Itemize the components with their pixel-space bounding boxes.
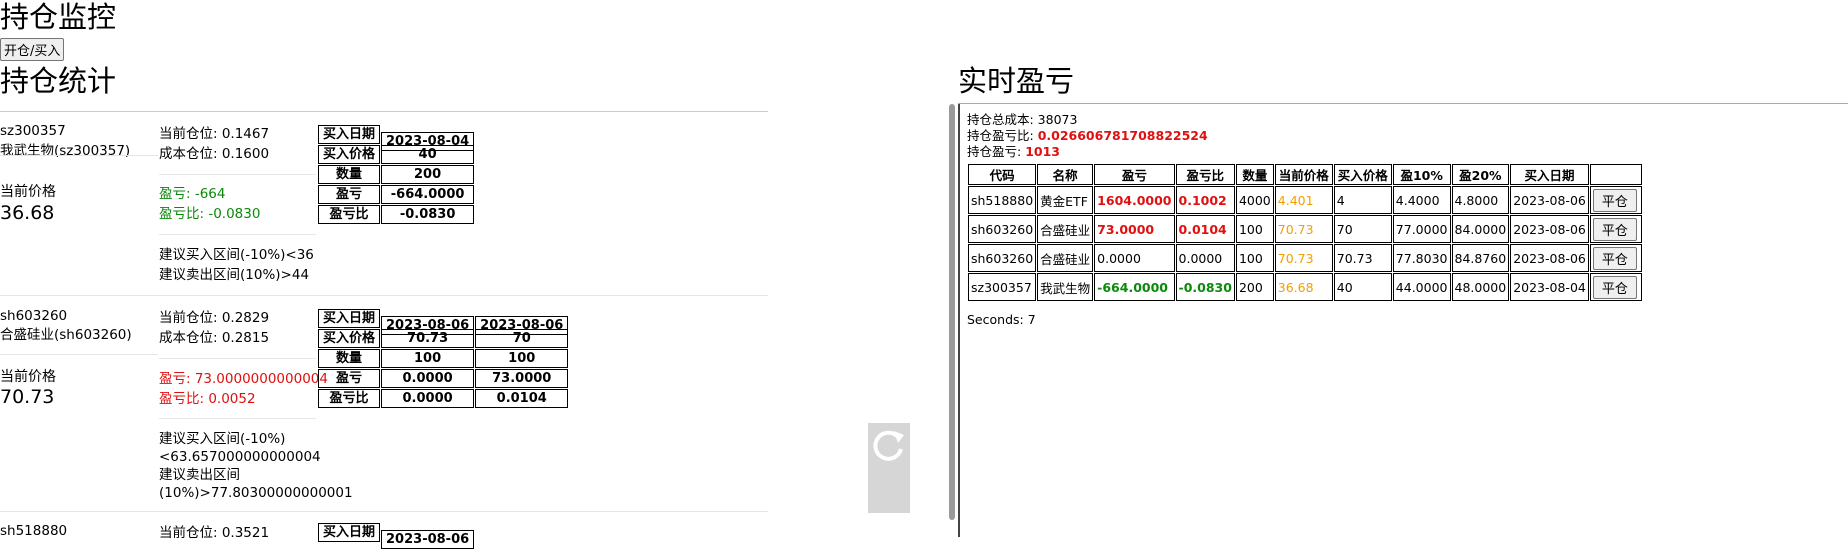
pnl-ratio: 盈亏比: -0.0830	[159, 206, 261, 222]
seconds-counter: Seconds: 7	[967, 312, 1036, 327]
panel-divider	[958, 104, 960, 537]
scrollbar-thumb[interactable]	[949, 104, 955, 520]
close-position-button[interactable]: 平仓	[1592, 217, 1637, 241]
table-row: sh603260 合盛硅业 73.0000 0.0104 100 70.73 70 77…	[968, 215, 1642, 243]
current-position: 当前仓位: 0.3521	[159, 525, 270, 541]
sell-advice-value: (10%)>77.80300000000001	[159, 485, 353, 501]
buy-advice: 建议买入区间(-10%)<36	[159, 247, 314, 263]
open-buy-button[interactable]: 开仓/买入	[0, 38, 65, 61]
sell-advice: 建议卖出区间(10%)>44	[159, 267, 310, 283]
holding-code: sh518880	[0, 523, 68, 539]
buy-advice-value: <63.657000000000004	[159, 449, 321, 465]
holding-name: 我武生物(sz300357)	[0, 143, 131, 159]
holding-code: sh603260	[0, 308, 68, 324]
close-position-button[interactable]: 平仓	[1592, 188, 1637, 212]
holdings-stats-title: 持仓统计	[0, 64, 117, 98]
title-underline	[0, 111, 768, 112]
holding-detail-table: 买入日期 2023-08-06 2023-08-06 买入价格 70.73 70 数量 1…	[317, 308, 569, 409]
current-price-label: 当前价格	[0, 369, 56, 385]
pnl-value: 盈亏: 73.0000000000004	[159, 371, 328, 387]
holding-detail-table: 买入日期 2023-08-06	[317, 522, 475, 549]
realtime-pnl-title: 实时盈亏	[958, 64, 1075, 98]
holding-name: 合盛硅业(sh603260)	[0, 327, 132, 343]
pnl-value: 盈亏: -664	[159, 186, 226, 202]
table-row: sh603260 合盛硅业 0.0000 0.0000 100 70.73 70.73…	[968, 244, 1642, 272]
right-title-underline	[958, 103, 1848, 104]
cost-position: 成本仓位: 0.2815	[159, 330, 270, 346]
refresh-button[interactable]	[868, 423, 910, 513]
current-price: 36.68	[0, 202, 55, 224]
pnl-summary: 持仓盈亏: 1013	[967, 144, 1060, 159]
buy-advice: 建议买入区间(-10%)	[159, 431, 286, 447]
table-row: sz300357 我武生物 -664.0000 -0.0830 200 36.68 4…	[968, 273, 1642, 301]
holding-detail-table: 买入日期 2023-08-04 买入价格 40 数量 200 盈亏 -664.0000 …	[317, 124, 475, 225]
holding-code: sz300357	[0, 123, 66, 139]
total-cost: 持仓总成本: 38073	[967, 112, 1078, 127]
current-position: 当前仓位: 0.1467	[159, 126, 270, 142]
cost-position: 成本仓位: 0.1600	[159, 146, 270, 162]
close-position-button[interactable]: 平仓	[1592, 275, 1637, 299]
table-header-row: 代码 名称 盈亏 盈亏比 数量 当前价格 买入价格 盈10% 盈20% 买入日期	[968, 164, 1642, 185]
pnl-ratio-summary: 持仓盈亏比: 0.026606781708822524	[967, 128, 1208, 143]
refresh-icon	[873, 430, 904, 461]
pnl-table: 代码 名称 盈亏 盈亏比 数量 当前价格 买入价格 盈10% 盈20% 买入日期 sh518880…	[967, 163, 1643, 302]
current-price: 70.73	[0, 386, 55, 408]
table-row: sh518880 黄金ETF 1604.0000 0.1002 4000 4.401 …	[968, 186, 1642, 214]
pnl-ratio: 盈亏比: 0.0052	[159, 391, 256, 407]
page-title: 持仓监控	[0, 0, 117, 34]
current-price-label: 当前价格	[0, 184, 56, 200]
current-position: 当前仓位: 0.2829	[159, 310, 270, 326]
sell-advice: 建议卖出区间	[159, 467, 240, 483]
close-position-button[interactable]: 平仓	[1592, 246, 1637, 270]
